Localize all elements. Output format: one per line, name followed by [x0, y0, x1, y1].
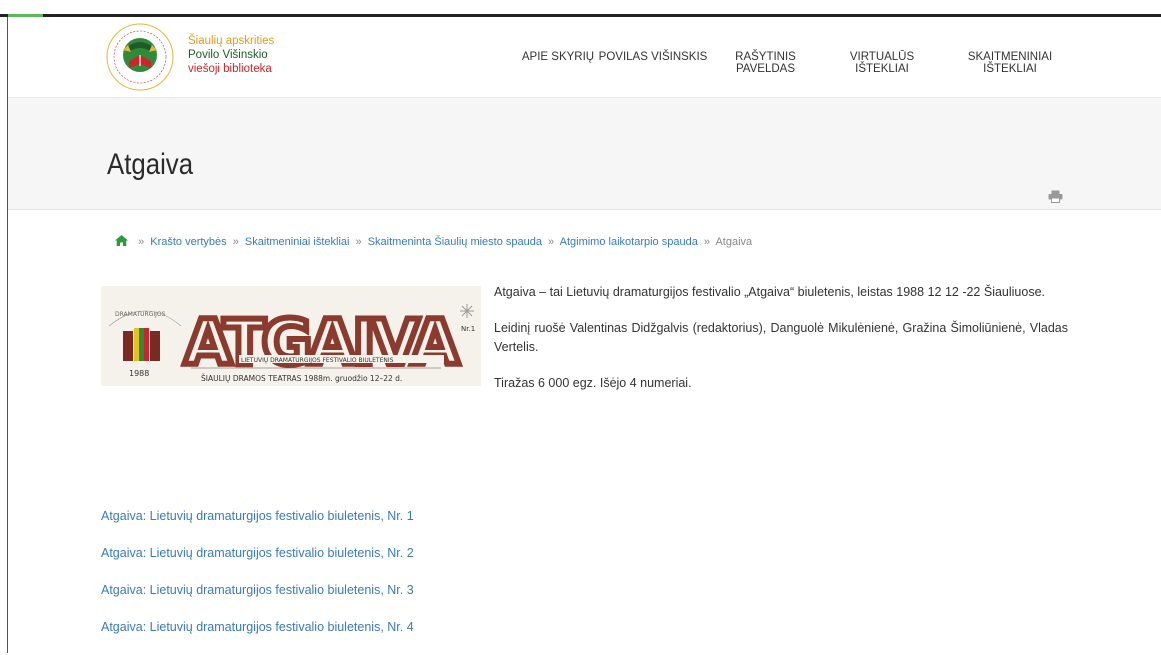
library-name-line1: Šiaulių apskrities: [188, 35, 275, 47]
breadcrumb-separator: »: [703, 236, 710, 248]
issue-link-nr4[interactable]: Atgaiva: Lietuvių dramaturgijos festival…: [101, 618, 414, 655]
issue-link-nr2[interactable]: Atgaiva: Lietuvių dramaturgijos festival…: [101, 544, 414, 581]
library-logo-icon[interactable]: [105, 22, 175, 92]
page-title-band: Atgaiva: [8, 98, 1161, 210]
description-paragraph: Atgaiva – tai Lietuvių dramaturgijos fes…: [494, 285, 1046, 299]
banner-footer: ŠIAULIŲ DRAMOS TEATRAS 1988m. gruodžio 1…: [201, 374, 402, 383]
breadcrumb-separator: »: [232, 236, 239, 248]
nav-apie-skyriu[interactable]: APIE SKYRIŲ: [513, 51, 603, 63]
breadcrumb-separator: »: [548, 236, 555, 248]
site-header: Šiaulių apskrities Povilo Višinskio vieš…: [8, 17, 1161, 98]
print-icon[interactable]: [1048, 190, 1063, 203]
nav-rasytinis-paveldas[interactable]: RAŠYTINIS PAVELDAS: [708, 51, 823, 75]
nav-povilas-visinskis[interactable]: POVILAS VIŠINSKIS: [598, 51, 708, 63]
breadcrumb-link-skaitmeniniai-istekliai[interactable]: Skaitmeniniai ištekliai: [245, 236, 350, 248]
masthead-graphic: DRAMATURGIJOS 1988 ATGAIVA LIETUVIŲ DRAM…: [101, 286, 481, 386]
library-name[interactable]: Šiaulių apskrities Povilo Višinskio vieš…: [188, 34, 274, 76]
description: Atgaiva – tai Lietuvių dramaturgijos fes…: [494, 283, 1068, 410]
breadcrumb-link-atgimimo-spauda[interactable]: Atgimimo laikotarpio spauda: [560, 236, 698, 248]
breadcrumb: » Krašto vertybės » Skaitmeniniai ištekl…: [115, 235, 752, 248]
library-name-line2: Povilo Višinskio: [188, 49, 268, 61]
breadcrumb-separator: »: [355, 236, 362, 248]
breadcrumb-separator: »: [138, 236, 145, 248]
page-title: Atgaiva: [107, 148, 194, 181]
issue-list: Atgaiva: Lietuvių dramaturgijos festival…: [101, 507, 414, 655]
banner-number: Nr.1: [461, 325, 475, 333]
description-paragraph: Leidinį ruošė Valentinas Didžgalvis (red…: [494, 321, 1068, 354]
breadcrumb-link-krasto-vertybes[interactable]: Krašto vertybės: [150, 236, 226, 248]
nav-skaitmeniniai-istekliai[interactable]: SKAITMENINIAI IŠTEKLIAI: [940, 51, 1080, 75]
breadcrumb-link-skaitmeninta-spauda[interactable]: Skaitmeninta Šiaulių miesto spauda: [368, 236, 542, 248]
issue-link-nr3[interactable]: Atgaiva: Lietuvių dramaturgijos festival…: [101, 581, 414, 618]
svg-text:DRAMATURGIJOS: DRAMATURGIJOS: [115, 311, 166, 318]
library-name-line3: viešoji biblioteka: [188, 63, 272, 75]
description-paragraph: Tiražas 6 000 egz. Išėjo 4 numeriai.: [494, 376, 692, 390]
banner-year: 1988: [129, 369, 149, 378]
atgaiva-masthead-image: DRAMATURGIJOS 1988 ATGAIVA LIETUVIŲ DRAM…: [101, 286, 481, 386]
issue-link-nr1[interactable]: Atgaiva: Lietuvių dramaturgijos festival…: [101, 507, 414, 544]
nav-virtualus-istekliai[interactable]: VIRTUALŪS IŠTEKLIAI: [822, 51, 942, 75]
banner-subtitle: LIETUVIŲ DRAMATURGIJOS FESTIVALIO BIULET…: [241, 357, 394, 364]
home-icon[interactable]: [115, 235, 128, 246]
breadcrumb-current: Atgaiva: [715, 236, 753, 248]
